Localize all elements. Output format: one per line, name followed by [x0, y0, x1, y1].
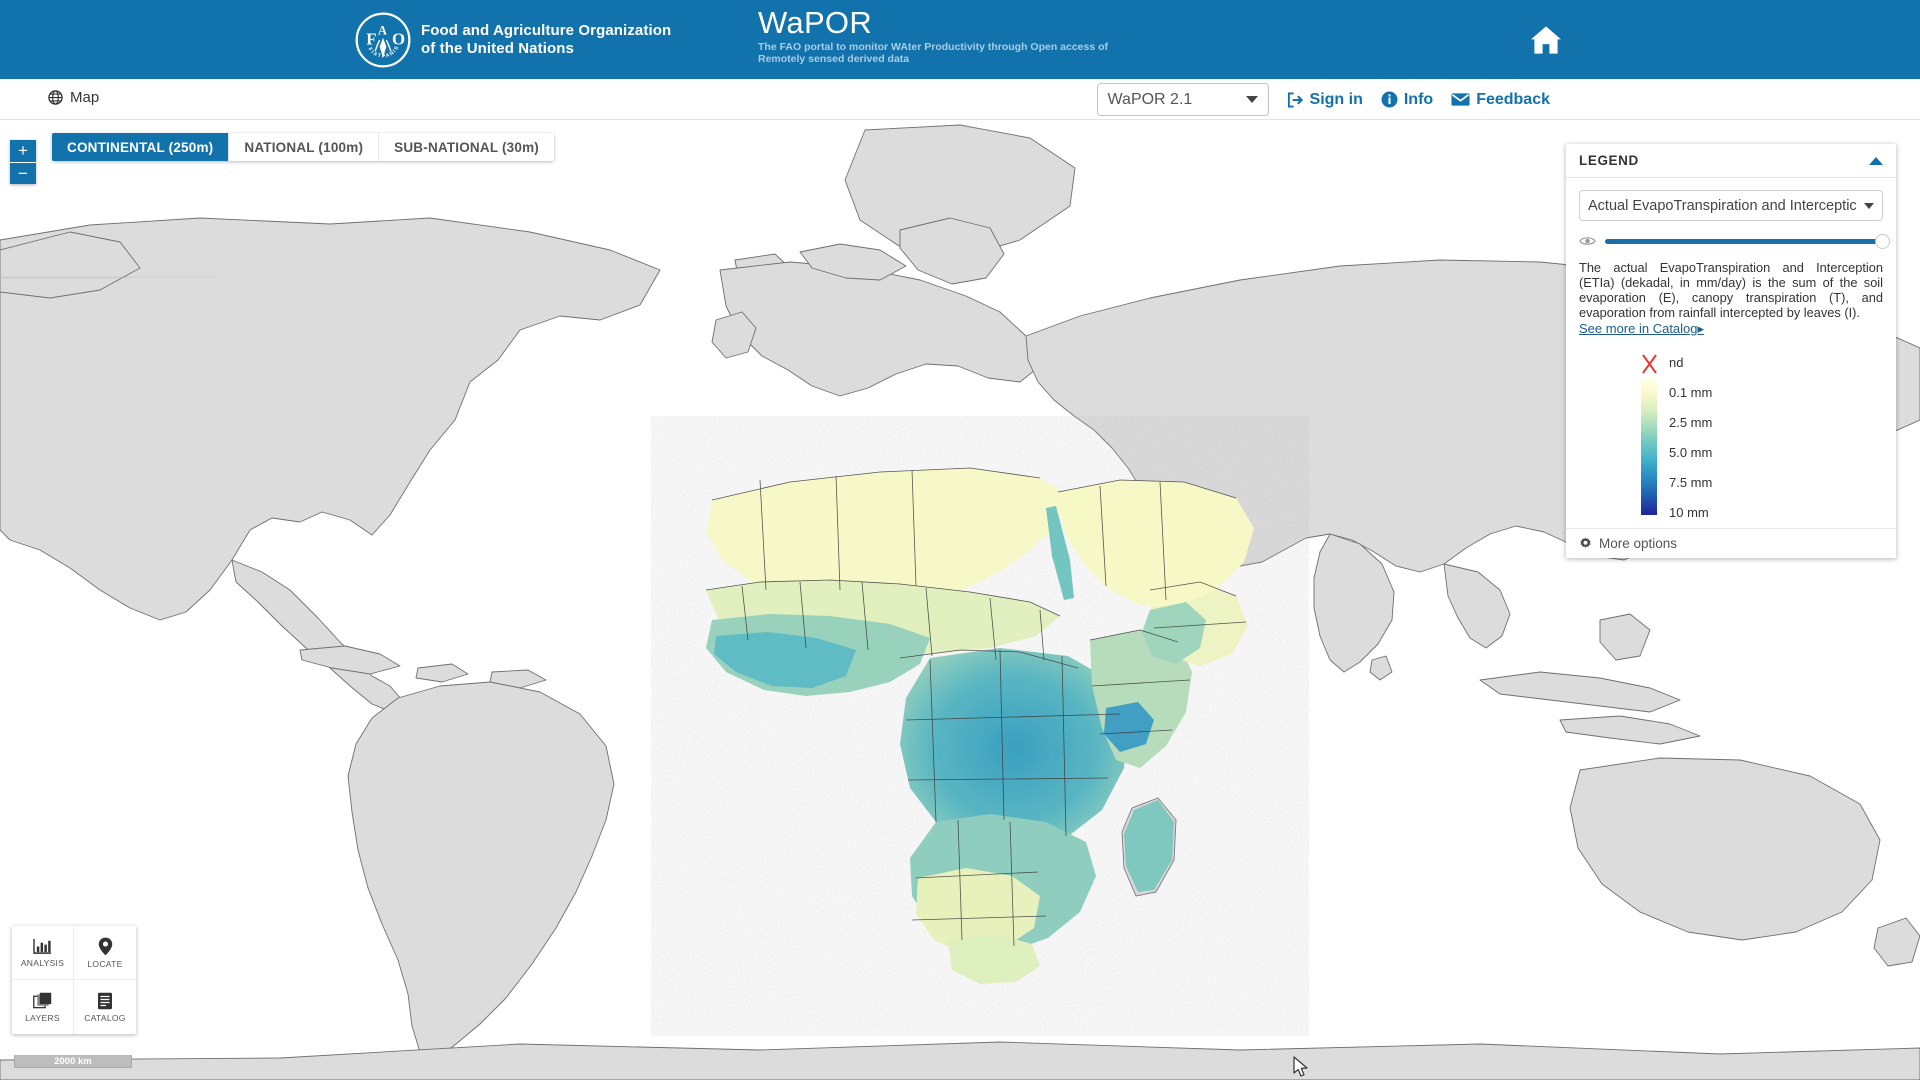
- tool-locate-label: LOCATE: [87, 958, 123, 969]
- legend-title: LEGEND: [1579, 153, 1639, 168]
- fao-logo-icon: F A O F I A T P A N I S: [355, 12, 411, 68]
- fao-organization-name: Food and Agriculture Organization of the…: [421, 22, 672, 57]
- wapor-branding: WaPOR The FAO portal to monitor WAter Pr…: [758, 6, 1118, 65]
- ramp-label-0-1: 0.1 mm: [1669, 385, 1713, 400]
- sign-in-button[interactable]: Sign in: [1287, 91, 1363, 109]
- info-label: Info: [1403, 90, 1434, 108]
- bar-chart-icon: [33, 938, 51, 954]
- ramp-label-2-5: 2.5 mm: [1669, 415, 1713, 430]
- zoom-in-button[interactable]: +: [10, 140, 36, 162]
- more-options-button[interactable]: More options: [1566, 528, 1896, 558]
- map-nav-item[interactable]: Map: [48, 89, 99, 106]
- gear-icon: [1580, 537, 1591, 548]
- tool-catalog-label: CATALOG: [84, 1012, 126, 1023]
- layers-icon: [33, 992, 52, 1008]
- scalebar-label: 2000 km: [54, 1055, 92, 1067]
- tab-national[interactable]: NATIONAL (100m): [228, 133, 379, 161]
- mouse-cursor-icon: [1293, 1056, 1308, 1077]
- legend-body: Actual EvapoTranspiration and Intercepti…: [1566, 178, 1896, 520]
- tool-analysis-label: ANALYSIS: [20, 957, 65, 968]
- globe-icon: [48, 90, 63, 105]
- ramp-label-nd: nd: [1669, 355, 1684, 370]
- fao-branding: F A O F I A T P A N I S Food and Agricul…: [355, 12, 671, 68]
- layer-description: The actual EvapoTranspiration and Interc…: [1579, 260, 1883, 320]
- info-circle-icon: [1381, 91, 1398, 108]
- tab-continental[interactable]: CONTINENTAL (250m): [52, 133, 229, 161]
- version-select[interactable]: WaPOR 2.1: [1096, 83, 1269, 116]
- tab-sub-national[interactable]: SUB-NATIONAL (30m): [378, 133, 554, 161]
- legend-header: LEGEND: [1566, 144, 1896, 178]
- see-more-in-catalog-link[interactable]: See more in Catalog▸: [1579, 321, 1704, 337]
- ramp-label-10: 10 mm: [1669, 505, 1709, 520]
- more-options-label: More options: [1599, 536, 1678, 551]
- sign-in-label: Sign in: [1309, 90, 1363, 108]
- envelope-icon: [1451, 93, 1470, 106]
- chevron-down-icon: [1864, 202, 1874, 209]
- tool-layers-label: LAYERS: [25, 1012, 60, 1023]
- layer-select[interactable]: Actual EvapoTranspiration and Intercepti…: [1579, 190, 1883, 221]
- svg-text:F: F: [366, 29, 376, 48]
- eye-icon[interactable]: [1579, 235, 1596, 247]
- ramp-label-5-0: 5.0 mm: [1669, 445, 1713, 460]
- zoom-out-button[interactable]: −: [10, 162, 36, 184]
- feedback-label: Feedback: [1476, 90, 1550, 108]
- tool-locate[interactable]: LOCATE: [74, 926, 136, 980]
- feedback-button[interactable]: Feedback: [1451, 91, 1550, 109]
- info-button[interactable]: Info: [1381, 91, 1433, 109]
- app-subtitle: The FAO portal to monitor WAter Producti…: [758, 41, 1109, 65]
- app-header: F A O F I A T P A N I S Food and Agricul…: [0, 0, 1920, 79]
- sign-in-icon: [1287, 91, 1303, 108]
- legend-panel: LEGEND Actual EvapoTranspiration and Int…: [1566, 144, 1896, 558]
- opacity-control[interactable]: [1579, 233, 1890, 249]
- ramp-label-7-5: 7.5 mm: [1669, 475, 1713, 490]
- home-icon: [1531, 26, 1561, 54]
- map-nav-label: Map: [70, 89, 100, 106]
- layer-select-value: Actual EvapoTranspiration and Intercepti…: [1588, 197, 1857, 214]
- toolbar-actions: WaPOR 2.1 Sign in Info Feedback: [1096, 79, 1550, 120]
- map-canvas[interactable]: + − CONTINENTAL (250m) NATIONAL (100m) S…: [0, 120, 1920, 1080]
- map-pin-icon: [98, 937, 112, 955]
- map-tools-panel: ANALYSIS LOCATE LAYERS CATALOG: [12, 926, 136, 1034]
- main-toolbar: Map WaPOR 2.1 Sign in Info Feedback: [0, 79, 1920, 120]
- resolution-tabs[interactable]: CONTINENTAL (250m) NATIONAL (100m) SUB-N…: [52, 133, 554, 161]
- version-select-value: WaPOR 2.1: [1107, 90, 1193, 108]
- red-x-icon: [1642, 354, 1657, 374]
- book-icon: [98, 992, 112, 1009]
- svg-text:O: O: [392, 29, 405, 48]
- tool-analysis[interactable]: ANALYSIS: [12, 926, 74, 980]
- app-title: WaPOR: [758, 5, 873, 40]
- tool-layers[interactable]: LAYERS: [12, 980, 74, 1034]
- color-ramp-bar: [1641, 375, 1657, 515]
- zoom-controls[interactable]: + −: [10, 140, 36, 184]
- home-button[interactable]: [1522, 16, 1570, 64]
- chevron-up-icon[interactable]: [1869, 156, 1883, 165]
- svg-text:A: A: [378, 23, 387, 37]
- color-ramp: nd 0.1 mm 2.5 mm 5.0 mm 7.5 mm 10 mm: [1641, 353, 1841, 520]
- chevron-down-icon: [1245, 96, 1258, 103]
- opacity-slider[interactable]: [1605, 233, 1890, 249]
- tool-catalog[interactable]: CATALOG: [74, 980, 136, 1034]
- opacity-slider-knob[interactable]: [1875, 233, 1890, 249]
- map-scalebar: 2000 km: [14, 1055, 132, 1068]
